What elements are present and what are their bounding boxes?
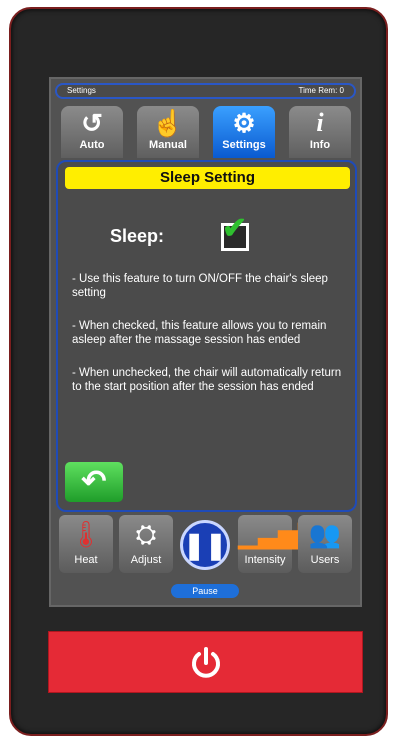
tab-auto[interactable]: ↺ Auto [61,106,123,158]
pause-button[interactable]: ❚❚ [180,520,230,570]
tab-info-label: Info [309,139,331,151]
intensity-button[interactable]: ▁▃▅▇ Intensity [238,515,318,573]
users-label: Users [310,554,340,566]
tab-settings-label: Settings [222,139,266,151]
panel-title: Sleep Setting [65,167,350,189]
adjust-label: Adjust [130,554,162,566]
back-arrow-icon: ↶ [81,465,107,498]
tab-settings[interactable]: ⚙ Settings [213,106,275,158]
chair-adjust-icon: ⛭ [135,519,157,549]
pause-label: Pause [171,584,239,598]
tab-info[interactable]: i Info [289,106,351,158]
hand-icon: ☝ [151,108,185,138]
heat-label: Heat [74,554,98,566]
status-screen-name: Settings [67,86,96,95]
description-3: - When unchecked, the chair will automat… [72,367,342,393]
info-icon: i [316,108,324,137]
adjust-button[interactable]: ⛭ Adjust [119,515,173,573]
description-2: - When checked, this feature allows you … [72,320,327,346]
back-button[interactable]: ↶ [65,462,123,502]
touch-screen: Settings Time Rem: 0 ↺ Auto ☝ Manual ⚙ S… [49,77,362,607]
description-1: - Use this feature to turn ON/OFF the ch… [72,273,328,299]
pause-icon: ❚❚ [183,530,227,560]
users-icon: 👥 [308,519,342,549]
power-button[interactable] [48,631,363,693]
heat-button[interactable]: 🌡 Heat [59,515,113,573]
tab-manual[interactable]: ☝ Manual [137,106,199,158]
thermometer-icon: 🌡 [69,519,103,549]
sleep-checkbox[interactable]: ✔ [221,214,249,251]
users-button[interactable]: 👥 Users [298,515,352,573]
tab-manual-label: Manual [149,139,187,151]
intensity-label: Intensity [244,554,286,566]
time-remaining: Time Rem: 0 [298,86,345,95]
status-bar: Settings Time Rem: 0 [55,83,356,99]
gear-icon: ⚙ [232,108,256,138]
power-icon [192,647,220,678]
refresh-icon: ↺ [81,108,103,138]
settings-panel: Sleep Setting Sleep: ✔ - Use this featur… [56,160,357,512]
sleep-label: Sleep: [110,226,165,246]
tab-auto-label: Auto [79,139,105,151]
checkmark-icon: ✔ [222,212,248,245]
intensity-bars-icon: ▁▃▅▇ [238,519,318,549]
